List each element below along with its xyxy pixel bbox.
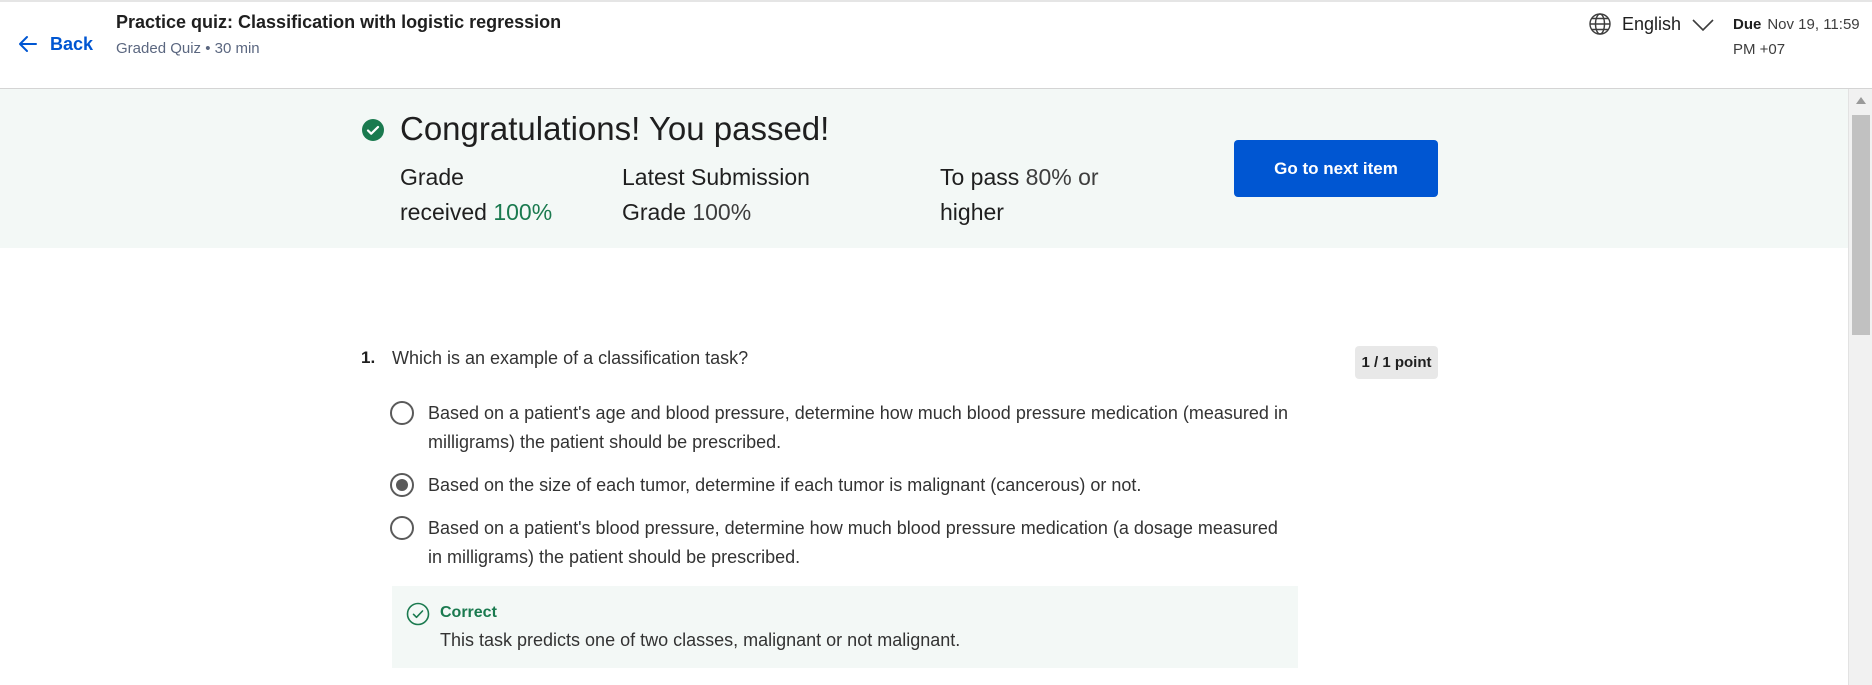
answer-feedback: Correct This task predicts one of two cl… (392, 586, 1298, 668)
language-label: English (1622, 13, 1682, 34)
grade-received: Grade received 100% (400, 160, 552, 230)
question-text: Which is an example of a classification … (392, 348, 749, 368)
scroll-up-arrow-icon[interactable] (1856, 97, 1866, 104)
globe-icon (1589, 13, 1611, 35)
option-text: Based on the size of each tumor, determi… (428, 475, 1142, 495)
back-button[interactable]: Back (16, 32, 93, 56)
answer-option-3[interactable]: Based on a patient's blood pressure, det… (390, 514, 1288, 572)
pass-label: To pass (940, 164, 1020, 190)
due-date: Due Nov 19, 11:59 PM +07 (1733, 12, 1863, 62)
check-circle-icon (362, 119, 384, 141)
back-label: Back (50, 33, 94, 54)
go-to-next-item-button[interactable]: Go to next item (1234, 140, 1438, 197)
pass-threshold: To pass 80% or higher (940, 160, 1099, 230)
check-circle-outline-icon (406, 602, 430, 626)
radio-button-selected[interactable] (390, 473, 414, 497)
arrow-left-icon (19, 36, 37, 52)
language-selector[interactable]: English (1588, 12, 1715, 36)
pass-suffix: or (1078, 164, 1099, 190)
feedback-title: Correct (440, 604, 497, 621)
page-scrollbar[interactable] (1848, 89, 1872, 685)
question-number: 1. (361, 348, 376, 367)
latest-value: 100% (692, 199, 752, 225)
grade-value: 100% (493, 199, 553, 225)
grade-label: Grade (400, 164, 464, 190)
pass-value: 80% (1025, 164, 1072, 190)
result-banner (0, 89, 1848, 248)
latest-submission-grade: Latest Submission Grade 100% (622, 160, 810, 230)
radio-button[interactable] (390, 516, 414, 540)
points-badge: 1 / 1 point (1355, 346, 1438, 379)
option-text: Based on a patient's blood pressure, det… (428, 518, 1278, 567)
radio-button[interactable] (390, 401, 414, 425)
page-title: Practice quiz: Classification with logis… (116, 12, 562, 32)
pass-message: Congratulations! You passed! (400, 110, 830, 147)
option-text: Based on a patient's age and blood press… (428, 403, 1288, 452)
latest-label: Latest Submission (622, 164, 810, 190)
due-label: Due (1733, 16, 1762, 33)
pass-suffix-2: higher (940, 199, 1004, 225)
latest-label-2: Grade (622, 199, 686, 225)
scroll-thumb[interactable] (1852, 115, 1870, 335)
page-subtitle: Graded Quiz • 30 min (116, 40, 260, 57)
chevron-down-icon (1692, 19, 1714, 32)
answer-option-1[interactable]: Based on a patient's age and blood press… (390, 399, 1288, 457)
feedback-text: This task predicts one of two classes, m… (440, 630, 961, 650)
grade-label-2: received (400, 199, 487, 225)
answer-option-2[interactable]: Based on the size of each tumor, determi… (390, 471, 1288, 500)
page-header: Back Practice quiz: Classification with … (0, 2, 1872, 89)
